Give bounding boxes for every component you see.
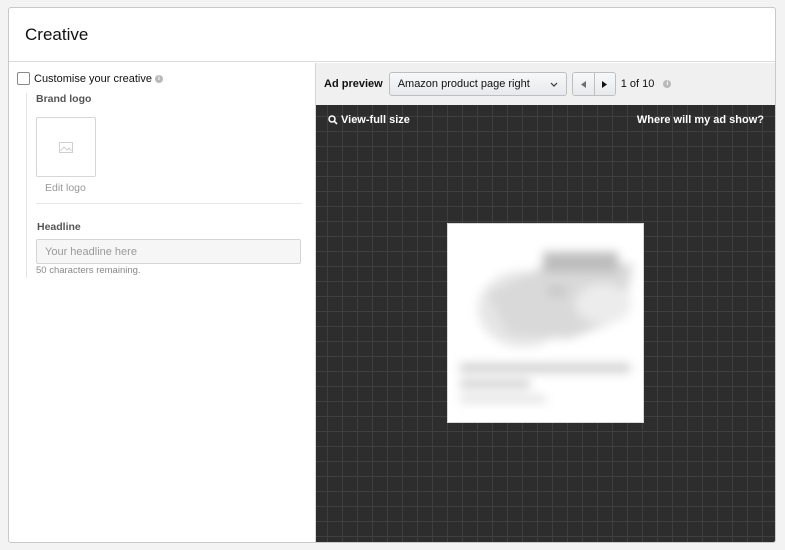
- placement-select-value: Amazon product page right: [397, 78, 530, 90]
- preview-toolbar: Ad preview Amazon product page right 1 o…: [316, 63, 775, 105]
- card-header: Creative: [9, 8, 775, 62]
- creative-settings-panel: Customise your creative i Brand logo Edi…: [9, 63, 316, 542]
- creative-body: Customise your creative i Brand logo Edi…: [9, 63, 775, 542]
- headline-label: Headline: [37, 221, 81, 233]
- caret-right-icon: [602, 80, 608, 88]
- headline-input[interactable]: [36, 239, 301, 264]
- ad-preview-card: [447, 223, 644, 423]
- customise-label[interactable]: Customise your creative: [34, 73, 152, 85]
- product-image: [460, 252, 633, 402]
- previous-button[interactable]: [572, 73, 594, 95]
- view-full-size-label: View-full size: [341, 114, 410, 126]
- placement-select[interactable]: Amazon product page right: [388, 72, 567, 96]
- divider: [36, 203, 302, 204]
- magnifier-icon: [328, 115, 338, 125]
- brand-logo-label: Brand logo: [36, 93, 92, 105]
- page-count: 1 of 10: [620, 78, 655, 90]
- customise-checkbox[interactable]: [17, 72, 30, 85]
- chars-remaining: 50 characters remaining.: [36, 265, 141, 276]
- brand-logo-box[interactable]: [36, 117, 96, 177]
- page-title: Creative: [25, 24, 89, 44]
- next-button[interactable]: [593, 73, 615, 95]
- customise-row: Customise your creative i: [17, 72, 163, 85]
- view-full-size-link[interactable]: View-full size: [328, 114, 410, 126]
- caret-left-icon: [580, 80, 586, 88]
- customise-section: Brand logo Edit logo Headline 50 charact…: [26, 93, 302, 278]
- preview-pager: [571, 72, 616, 96]
- creative-card: Creative Customise your creative i Brand…: [8, 7, 776, 543]
- ad-preview-area: View-full size Where will my ad show?: [316, 105, 775, 542]
- blurred-ad-content: [448, 224, 643, 422]
- ad-preview-label: Ad preview: [324, 78, 383, 90]
- image-placeholder-icon: [59, 141, 73, 153]
- info-icon[interactable]: i: [663, 80, 672, 88]
- where-will-ad-show-link[interactable]: Where will my ad show?: [637, 114, 764, 126]
- chevron-down-icon: [550, 82, 558, 87]
- ad-preview-panel: Ad preview Amazon product page right 1 o…: [316, 63, 775, 542]
- info-icon[interactable]: i: [155, 74, 163, 83]
- edit-logo-link[interactable]: Edit logo: [45, 182, 86, 194]
